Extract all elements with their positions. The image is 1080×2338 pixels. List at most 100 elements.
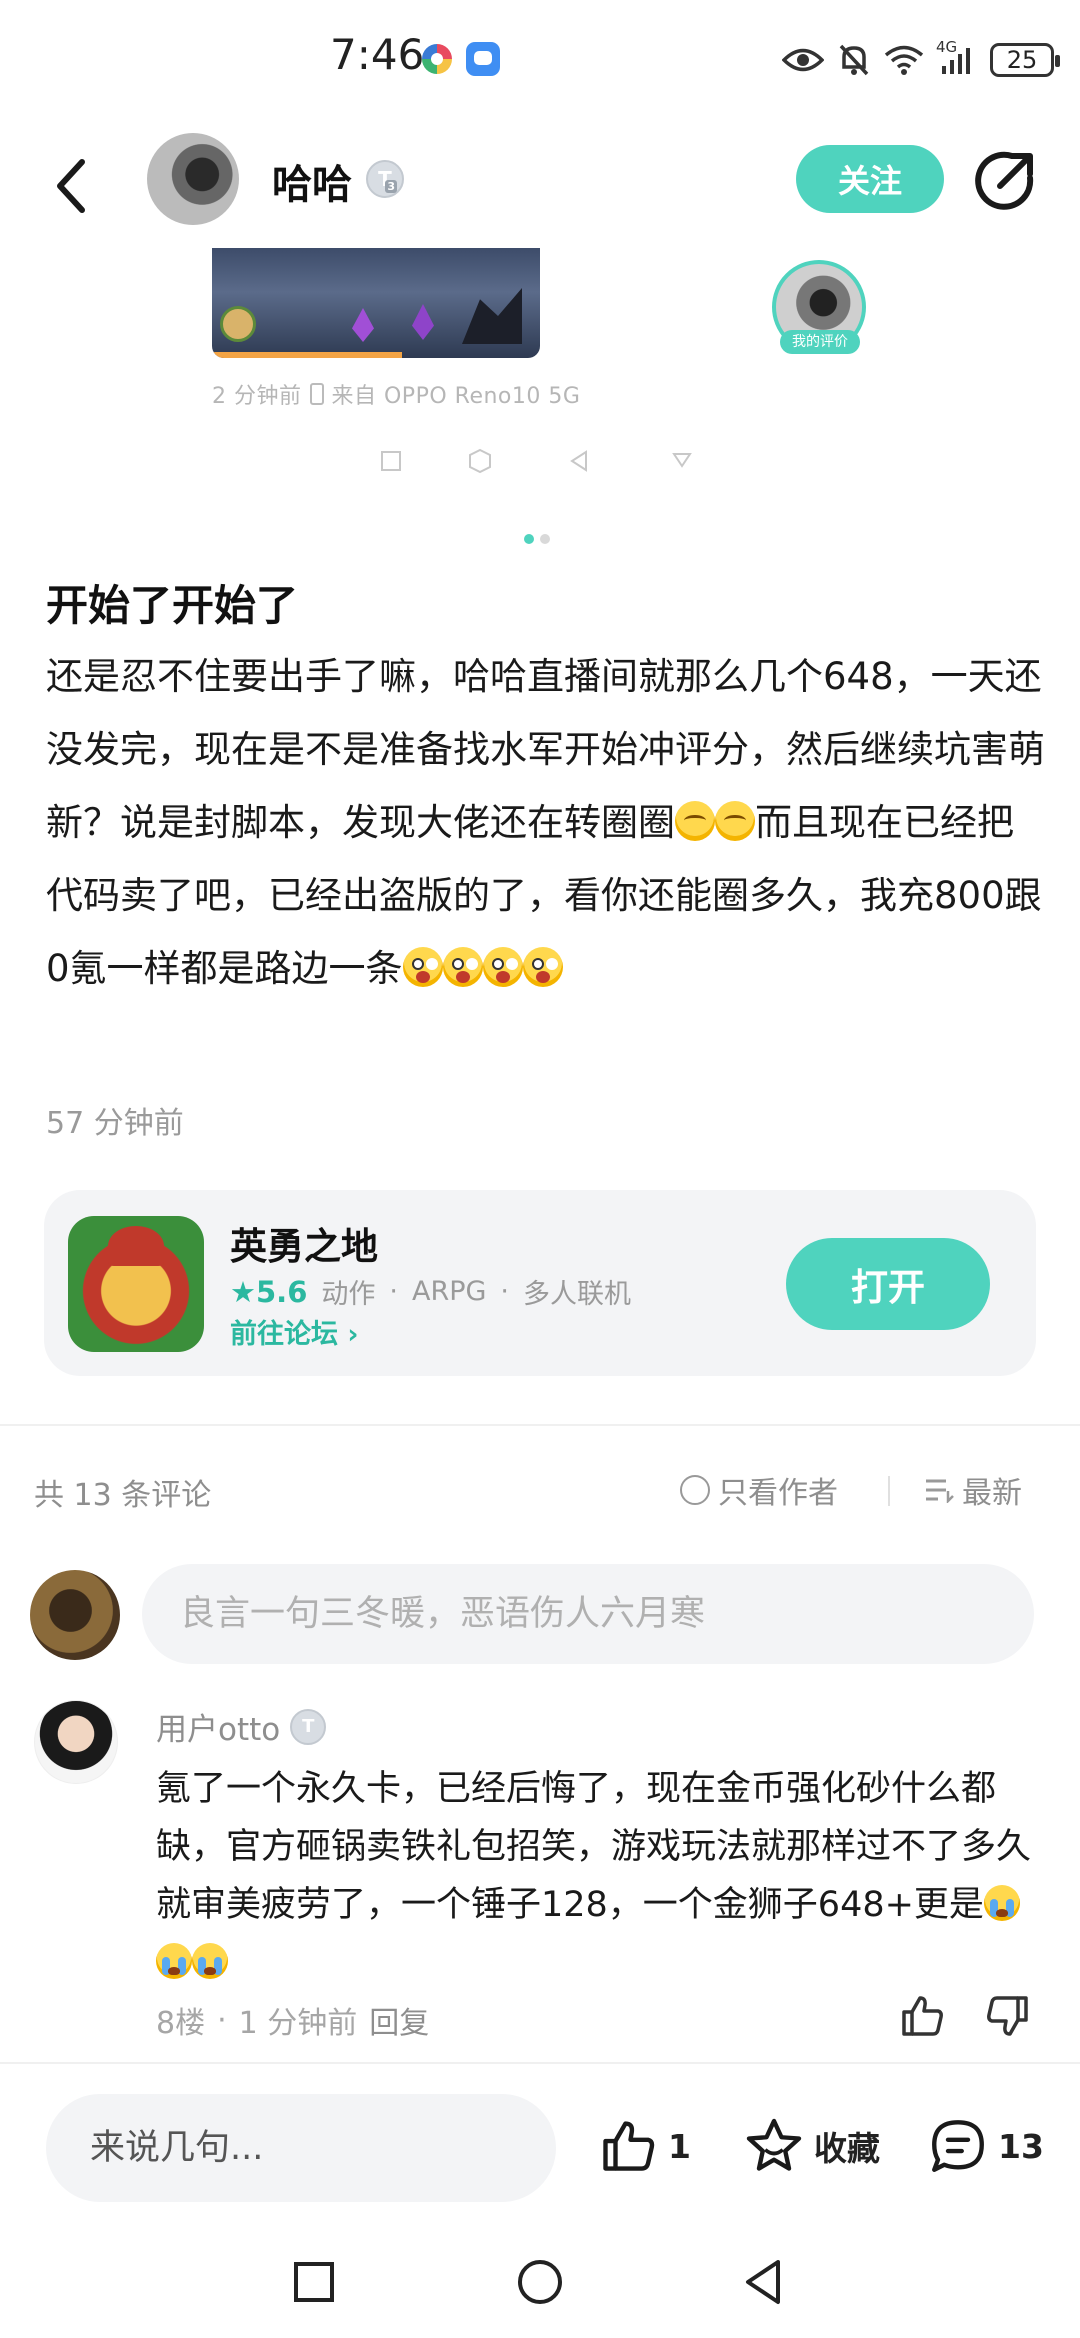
share-icon bbox=[975, 151, 1034, 210]
section-divider bbox=[0, 1424, 1080, 1426]
tag-separator: · bbox=[389, 1276, 398, 1307]
status-time: 7:46 bbox=[330, 30, 425, 79]
star-icon bbox=[746, 2118, 802, 2171]
sort-icon bbox=[926, 1479, 954, 1503]
post-header: 哈哈 T3 关注 bbox=[0, 128, 1080, 246]
meta-dot: · bbox=[217, 2002, 227, 2038]
message-notification-icon bbox=[466, 42, 500, 76]
follow-button[interactable]: 关注 bbox=[796, 145, 944, 213]
comment-button[interactable]: 13 bbox=[928, 2116, 1044, 2176]
level-number: 3 bbox=[385, 180, 397, 193]
back-icon bbox=[57, 159, 85, 213]
game-screenshot-thumbnail[interactable] bbox=[212, 248, 540, 358]
level-badge: T3 bbox=[366, 160, 404, 198]
thumbs-up-icon bbox=[603, 2121, 655, 2171]
grin-emoji-icon bbox=[715, 801, 755, 841]
crying-emoji-icon bbox=[983, 1885, 1020, 1921]
enemy-sprite bbox=[462, 288, 522, 344]
author-avatar[interactable] bbox=[147, 133, 239, 225]
comment-bubble-icon bbox=[932, 2120, 984, 2172]
carousel-dot bbox=[540, 534, 550, 544]
crying-emoji-icon bbox=[156, 1943, 192, 1979]
like-button[interactable]: 1 bbox=[598, 2116, 691, 2176]
screenshot-meta: 2 分钟前 来自 OPPO Reno10 5G bbox=[212, 378, 580, 410]
triangle-back-icon bbox=[746, 2260, 780, 2304]
commenter-name[interactable]: 用户otto bbox=[156, 1704, 280, 1749]
post-body: 还是忍不住要出手了嘛，哈哈直播间就那么几个648，一天还没发完，现在是不是准备找… bbox=[46, 640, 1046, 1005]
comment-count: 13 bbox=[998, 2126, 1044, 2166]
comment-meta: 8楼 · 1 分钟前 回复 bbox=[156, 1998, 429, 2042]
reply-button[interactable]: 回复 bbox=[369, 1998, 429, 2042]
recents-button[interactable] bbox=[288, 2256, 340, 2308]
quick-comment-input[interactable] bbox=[46, 2094, 556, 2202]
game-tag: ARPG bbox=[411, 1276, 487, 1307]
game-tag: 动作 bbox=[321, 1279, 376, 1310]
comment-like-button[interactable] bbox=[898, 1992, 946, 2040]
dizzy-emoji-icon bbox=[402, 947, 443, 987]
phone-icon bbox=[309, 383, 324, 405]
comment-dislike-button[interactable] bbox=[984, 1992, 1032, 2040]
comment-body: 氪了一个永久卡，已经后悔了，现在金币强化砂什么都缺，官方砸锅卖铁礼包招笑，游戏玩… bbox=[156, 1769, 1032, 1925]
hero-sprite bbox=[220, 306, 256, 342]
thumbs-down-icon bbox=[987, 1996, 1028, 2036]
game-card[interactable]: 英勇之地 ★5.6 动作 · ARPG · 多人联机 前往论坛 › 打开 bbox=[44, 1190, 1036, 1376]
screenshot-device: 来自 OPPO Reno10 5G bbox=[331, 384, 581, 409]
game-tag: 多人联机 bbox=[523, 1279, 631, 1310]
commenter-level-badge: T bbox=[290, 1708, 327, 1745]
comment-floor: 8楼 bbox=[156, 2006, 206, 2041]
system-nav-bar bbox=[0, 2222, 1080, 2338]
share-button[interactable] bbox=[972, 148, 1038, 214]
game-name: 英勇之地 bbox=[230, 1225, 378, 1268]
health-bar bbox=[212, 352, 402, 358]
screenshot-nav-bar bbox=[380, 446, 840, 480]
circle-icon bbox=[518, 2260, 562, 2304]
network-type: 4G bbox=[936, 38, 958, 56]
game-score: ★5.6 bbox=[230, 1274, 308, 1309]
divider bbox=[888, 1476, 890, 1506]
carousel-indicator bbox=[524, 534, 550, 544]
crying-emoji-icon bbox=[192, 1943, 228, 1979]
crystal-sprite bbox=[352, 308, 374, 342]
thumbs-up-icon bbox=[902, 1996, 943, 2036]
wifi-icon bbox=[884, 44, 924, 76]
game-app-icon bbox=[68, 1216, 204, 1352]
grin-emoji-icon bbox=[675, 801, 715, 841]
crystal-sprite bbox=[412, 304, 434, 340]
sort-button[interactable]: 最新 bbox=[924, 1468, 1022, 1512]
radio-icon bbox=[680, 1475, 710, 1505]
comments-count: 共 13 条评论 bbox=[34, 1478, 212, 1513]
my-rating-label: 我的评价 bbox=[780, 330, 860, 354]
back-button[interactable] bbox=[46, 154, 106, 218]
commenter-avatar[interactable] bbox=[34, 1700, 118, 1784]
author-name[interactable]: 哈哈 bbox=[272, 152, 352, 210]
mute-icon bbox=[838, 43, 870, 77]
only-author-label: 只看作者 bbox=[718, 1476, 838, 1511]
like-count: 1 bbox=[668, 2126, 691, 2166]
battery-icon: 25 bbox=[990, 43, 1060, 77]
signal-icon: 4G bbox=[936, 38, 976, 76]
bottom-action-bar: 1 收藏 13 bbox=[0, 2062, 1080, 2222]
status-bar: 7:46 4G 25 bbox=[0, 0, 1080, 120]
eye-icon bbox=[782, 45, 824, 75]
comment-text: 氪了一个永久卡，已经后悔了，现在金币强化砂什么都缺，官方砸锅卖铁礼包招笑，游戏玩… bbox=[156, 1760, 1036, 1992]
dizzy-emoji-icon bbox=[442, 947, 483, 987]
comment-time: 1 分钟前 bbox=[238, 2006, 358, 2041]
status-icons: 4G 25 bbox=[782, 38, 1060, 82]
screenshot-time: 2 分钟前 bbox=[212, 384, 302, 409]
square-icon bbox=[294, 2262, 334, 2302]
carousel-dot-active bbox=[524, 534, 534, 544]
back-nav-button[interactable] bbox=[738, 2256, 790, 2308]
app-notification-icon bbox=[422, 44, 452, 74]
open-game-button[interactable]: 打开 bbox=[786, 1238, 990, 1330]
post-time: 57 分钟前 bbox=[46, 1106, 184, 1141]
favorite-label: 收藏 bbox=[814, 2129, 880, 2168]
sort-label: 最新 bbox=[962, 1476, 1022, 1511]
comment-input[interactable] bbox=[142, 1564, 1034, 1664]
favorite-button[interactable]: 收藏 bbox=[744, 2116, 880, 2176]
only-author-toggle[interactable]: 只看作者 bbox=[680, 1468, 838, 1512]
dizzy-emoji-icon bbox=[522, 947, 563, 987]
home-button[interactable] bbox=[514, 2256, 566, 2308]
tag-separator: · bbox=[500, 1276, 509, 1307]
forum-link[interactable]: 前往论坛 › bbox=[230, 1312, 359, 1351]
my-avatar bbox=[30, 1570, 120, 1660]
